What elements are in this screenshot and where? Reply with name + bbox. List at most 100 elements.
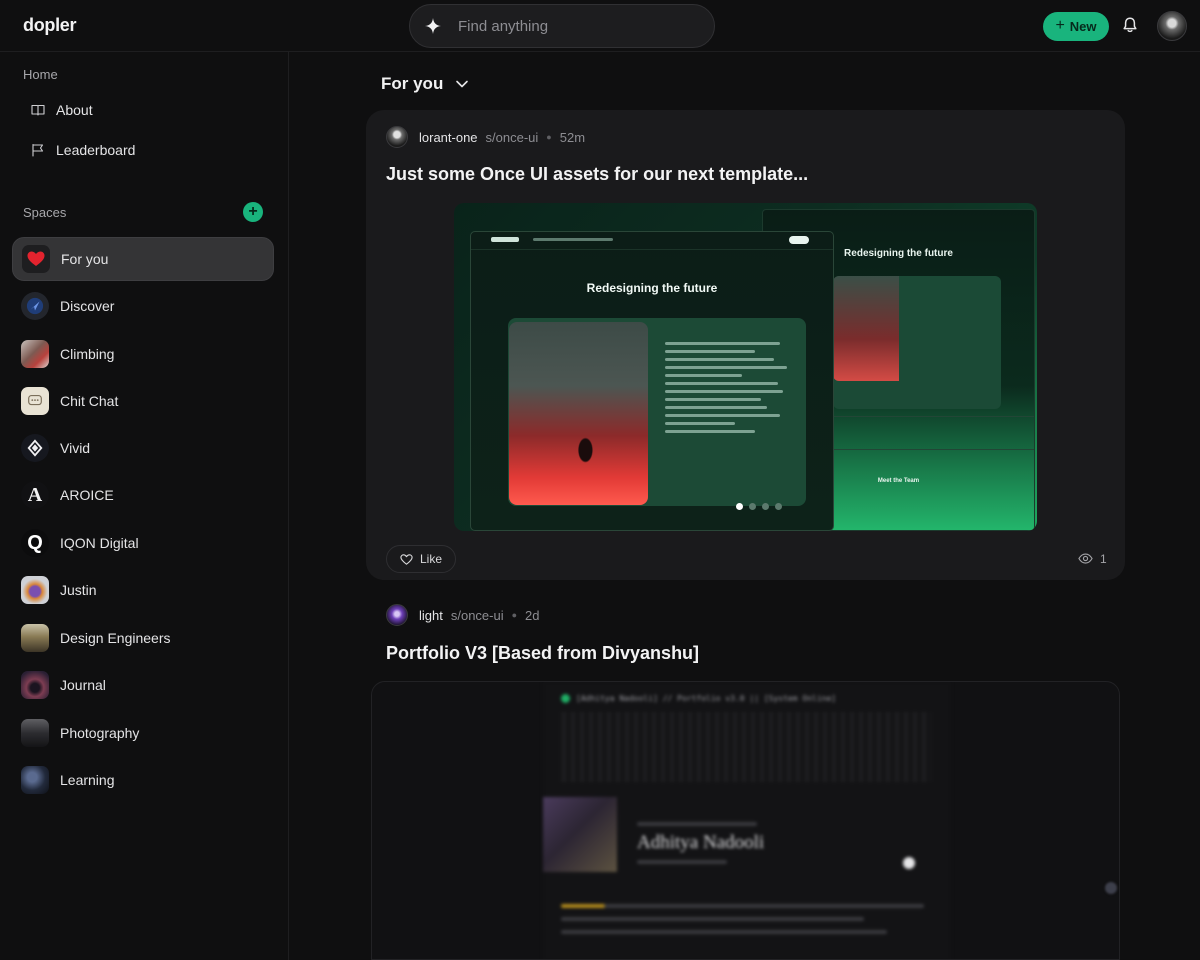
new-button-label: New [1069, 19, 1097, 34]
eye-icon [1078, 553, 1093, 564]
portfolio-preview: [Adhitya Nadooli] // Portfolio v3.0 || [… [543, 682, 951, 959]
climbing-icon [21, 340, 49, 368]
plus-icon: + [1055, 17, 1065, 34]
sidebar-space-design-engineers[interactable]: Design Engineers [12, 616, 274, 660]
sidebar-space-vivid[interactable]: Vivid [12, 426, 274, 470]
scroll-indicator [1105, 882, 1117, 894]
sidebar-space-label: Learning [60, 772, 115, 788]
letter-q-icon: Q [21, 529, 49, 557]
mockup-heading: Redesigning the future [586, 281, 718, 295]
sidebar-space-label: Climbing [60, 346, 115, 362]
separator-dot: ● [546, 132, 552, 142]
mockup-logo [491, 237, 519, 242]
post-author[interactable]: light [419, 608, 443, 623]
post-meta: lorant-one s/once-ui ● 52m [386, 126, 585, 148]
app-logo[interactable]: dopler [23, 15, 77, 36]
sidebar-space-aroice[interactable]: A AROICE [12, 473, 274, 517]
author-avatar[interactable] [386, 604, 408, 626]
top-bar: dopler + New [0, 0, 1200, 52]
book-icon [31, 104, 45, 116]
feed-title: For you [381, 74, 444, 93]
sidebar-space-label: Vivid [60, 440, 91, 456]
preview-header: [Adhitya Nadooli] // Portfolio v3.0 || [… [561, 694, 836, 703]
mockup-photo [833, 276, 899, 381]
diamond-icon [21, 434, 49, 462]
flag-icon [32, 143, 44, 157]
sidebar-space-label: Discover [60, 298, 115, 314]
post-time: 52m [559, 129, 586, 145]
sparkle-icon [425, 18, 441, 34]
sidebar-space-label: IQON Digital [60, 535, 139, 551]
post-time: 2d [525, 607, 540, 623]
avatar-icon [21, 576, 49, 604]
like-button[interactable]: Like [386, 545, 456, 573]
preview-header-text: [Adhitya Nadooli] // Portfolio v3.0 || [… [576, 694, 837, 703]
mockup-nav-links [533, 238, 613, 241]
search-bar[interactable] [409, 4, 715, 48]
author-avatar[interactable] [386, 126, 408, 148]
preview-photo [543, 797, 617, 872]
user-avatar[interactable] [1157, 11, 1187, 41]
feed-selector[interactable]: For you [381, 74, 469, 94]
toggle-knob [903, 857, 915, 869]
avatar-icon [21, 766, 49, 794]
sidebar-space-journal[interactable]: Journal [12, 663, 274, 707]
sidebar-space-label: For you [61, 251, 109, 267]
post-space[interactable]: s/once-ui [451, 608, 504, 623]
mockup-front: Redesigning the future [470, 231, 834, 531]
spaces-label: Spaces [23, 205, 67, 220]
mockup-navbar [471, 232, 833, 250]
post-author[interactable]: lorant-one [419, 130, 478, 145]
search-input[interactable] [458, 17, 678, 35]
mockup-text-lines [665, 342, 793, 438]
sidebar-space-label: Photography [60, 725, 140, 741]
preview-name: Adhitya Nadooli [637, 832, 765, 853]
post-image[interactable]: [Adhitya Nadooli] // Portfolio v3.0 || [… [371, 681, 1120, 960]
sidebar-space-for-you[interactable]: For you [12, 237, 274, 281]
sidebar-space-label: Design Engineers [60, 630, 171, 646]
sidebar-space-learning[interactable]: Learning [12, 758, 274, 802]
bell-icon[interactable] [1121, 16, 1139, 34]
sidebar-space-label: Journal [60, 677, 106, 693]
home-label[interactable]: Home [23, 67, 58, 82]
sidebar-space-iqon-digital[interactable]: Q IQON Digital [12, 521, 274, 565]
sidebar: Home About Leaderboard Spaces + For you … [0, 52, 289, 960]
mockup-photo [509, 322, 648, 505]
sidebar-space-label: AROICE [60, 487, 114, 503]
new-button[interactable]: + New [1043, 12, 1109, 41]
sidebar-space-label: Justin [60, 582, 97, 598]
sidebar-space-chit-chat[interactable]: Chit Chat [12, 379, 274, 423]
view-count: 1 [1078, 551, 1107, 566]
avatar-icon [21, 671, 49, 699]
heart-icon [22, 245, 50, 273]
preview-ascii-art [561, 712, 931, 782]
sidebar-space-climbing[interactable]: Climbing [12, 332, 274, 376]
chevron-down-icon [456, 80, 469, 88]
sidebar-item-label: Leaderboard [56, 142, 136, 158]
preview-tagline [637, 860, 727, 864]
add-space-button[interactable]: + [243, 202, 263, 222]
sidebar-space-justin[interactable]: Justin [12, 568, 274, 612]
sidebar-space-discover[interactable]: Discover [12, 284, 274, 328]
mockup-login [789, 236, 809, 244]
post-title[interactable]: Portfolio V3 [Based from Divyanshu] [386, 643, 699, 664]
sidebar-item-leaderboard[interactable]: Leaderboard [31, 138, 135, 162]
sidebar-item-about[interactable]: About [31, 98, 93, 122]
views-value: 1 [1100, 551, 1107, 566]
post-title[interactable]: Just some Once UI assets for our next te… [386, 164, 808, 185]
separator-dot: ● [511, 610, 518, 620]
heart-icon [400, 553, 413, 565]
post-meta: light s/once-ui ● 2d [386, 604, 540, 626]
preview-text-rows [561, 904, 931, 943]
letter-a-icon: A [21, 481, 49, 509]
post-image[interactable]: Redesigning the future Meet the Team Red… [454, 203, 1037, 531]
discover-icon [21, 292, 49, 320]
sidebar-space-photography[interactable]: Photography [12, 711, 274, 755]
sidebar-space-label: Chit Chat [60, 393, 119, 409]
mockup-carousel-dots [736, 503, 782, 510]
avatar-icon [21, 624, 49, 652]
plus-icon: + [248, 203, 258, 220]
preview-subtitle [637, 822, 757, 826]
post-space[interactable]: s/once-ui [486, 130, 539, 145]
like-label: Like [419, 552, 442, 566]
